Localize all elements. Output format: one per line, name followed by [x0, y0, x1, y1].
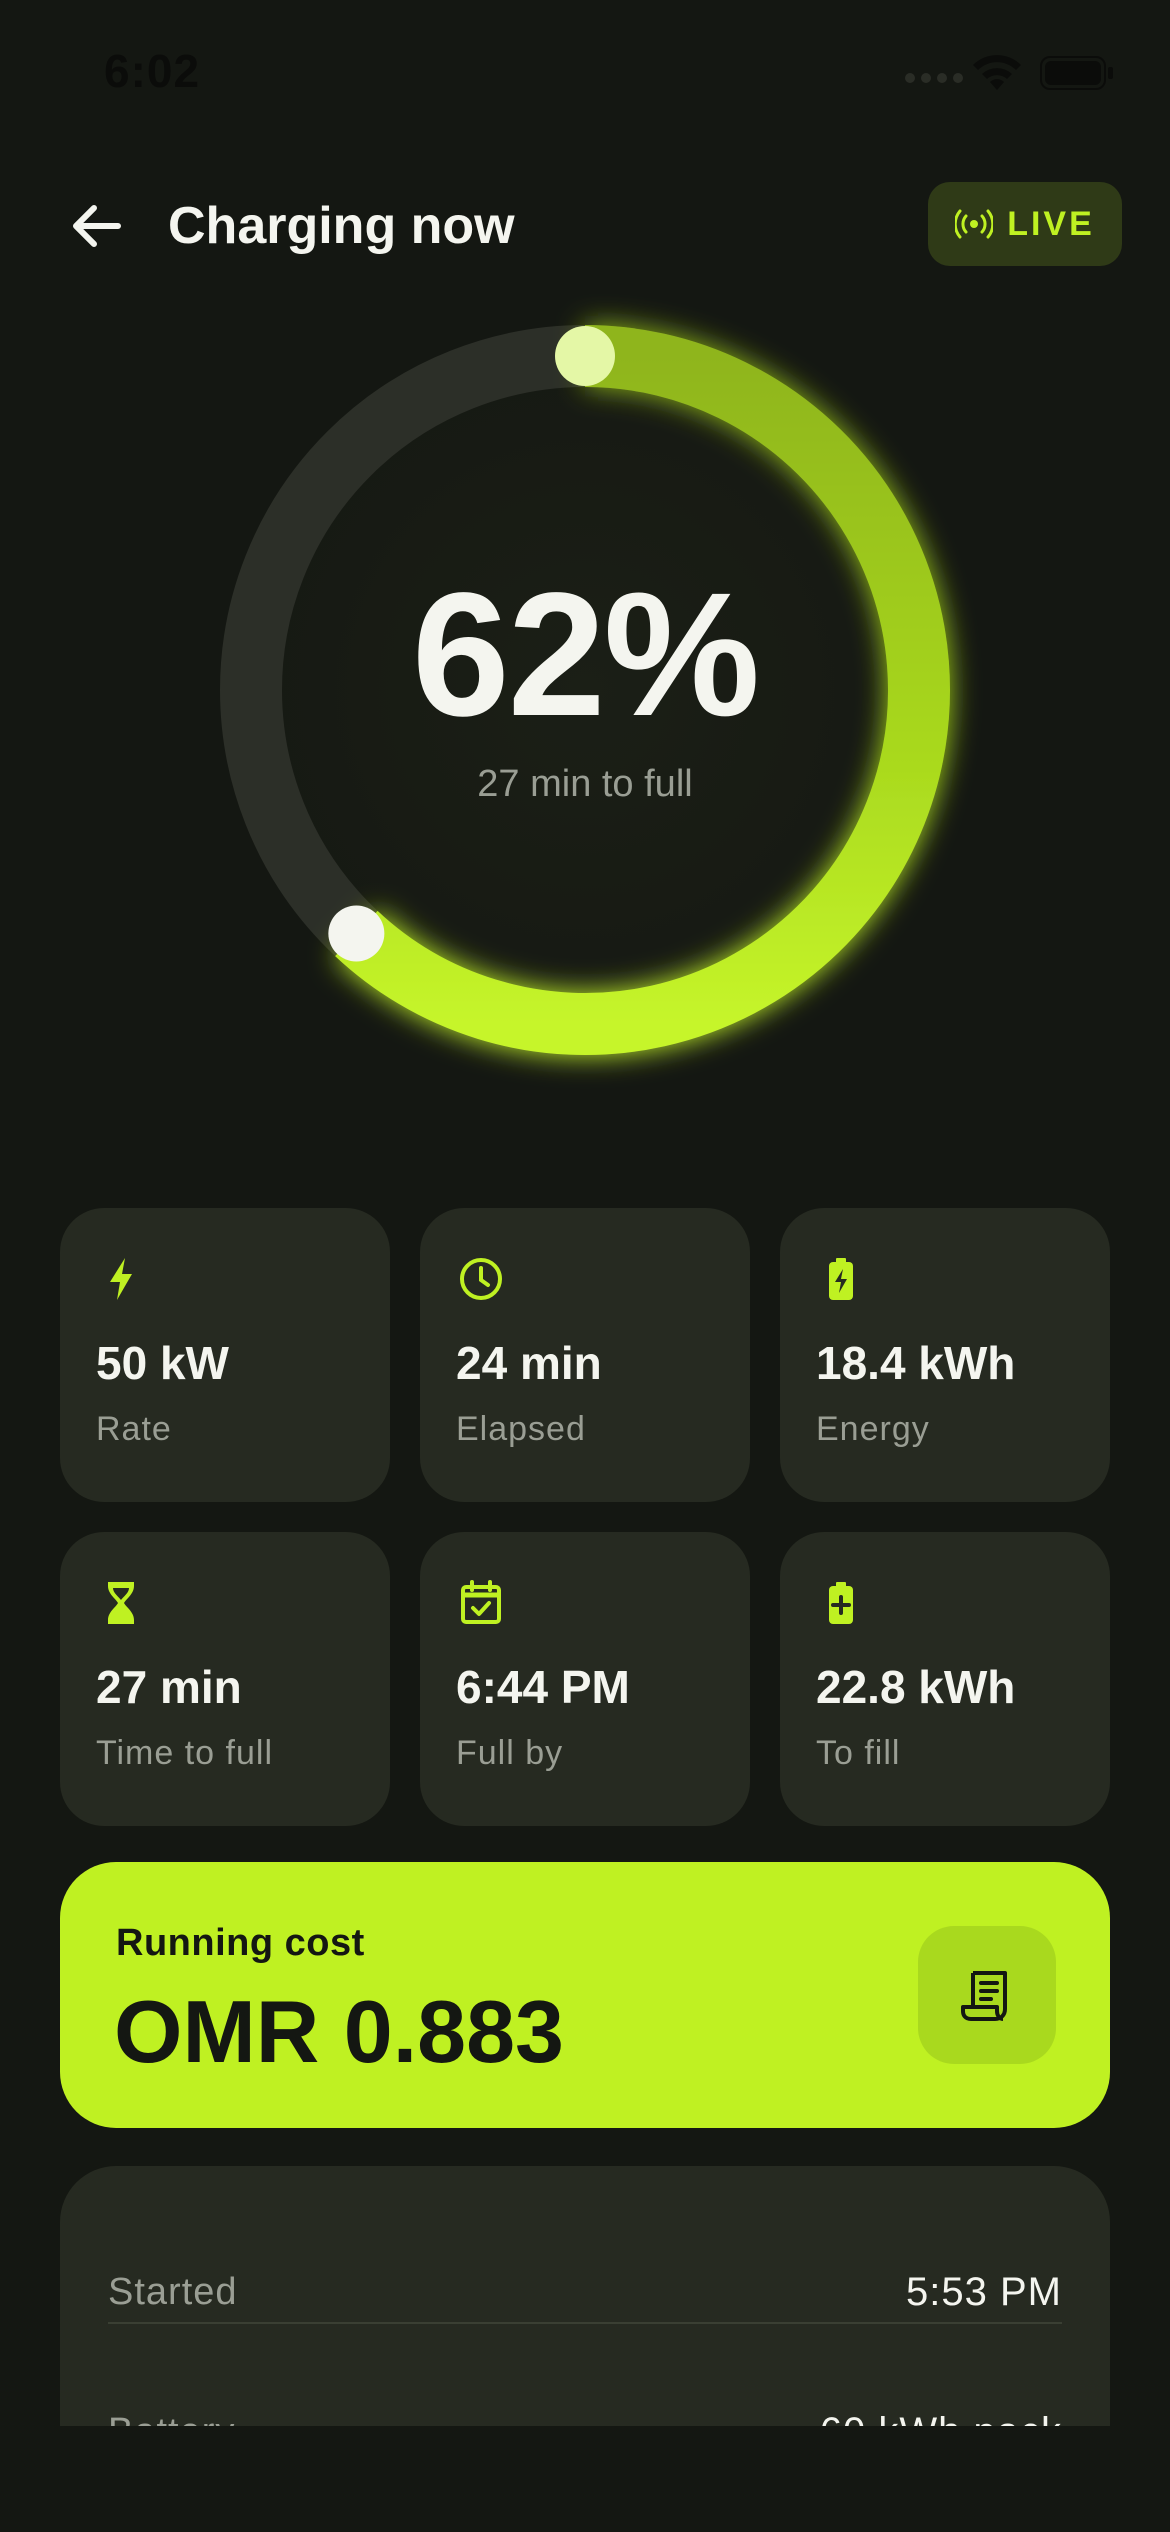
battery-plus-icon [829, 1582, 853, 1624]
page-title: Charging now [168, 197, 515, 255]
stat-label: Rate [96, 1410, 172, 1448]
time-to-full-text: 27 min to full [477, 762, 693, 805]
stat-label: Elapsed [456, 1410, 586, 1448]
stat-label: Full by [456, 1734, 564, 1772]
detail-row-started: Started 5:53 PM [108, 2252, 1062, 2332]
stat-label: Energy [816, 1410, 930, 1448]
stat-label: To fill [816, 1734, 901, 1772]
broadcast-icon [955, 209, 994, 239]
stat-card-rate[interactable]: 50 kW Rate [60, 1208, 390, 1502]
live-label: LIVE [1007, 204, 1095, 243]
stat-card-full-by[interactable]: 6:44 PM Full by [420, 1532, 750, 1826]
stat-card-elapsed[interactable]: 24 min Elapsed [420, 1208, 750, 1502]
hourglass-icon [108, 1582, 134, 1624]
status-bar: 6:02 [0, 0, 1170, 150]
live-badge: LIVE [928, 182, 1122, 266]
stat-card-time-to-full[interactable]: 27 min Time to full [60, 1532, 390, 1826]
detail-divider [108, 2322, 1062, 2324]
detail-label: Started [108, 2270, 238, 2313]
stat-value: 18.4 kWh [816, 1337, 1016, 1389]
battery-charging-icon [829, 1258, 853, 1300]
stat-label: Time to full [96, 1734, 274, 1772]
stat-value: 6:44 PM [456, 1661, 630, 1713]
charge-ring: 62% 27 min to full [185, 290, 985, 1090]
cellular-signal-icon [905, 73, 963, 83]
running-cost-label: Running cost [116, 1922, 365, 1964]
receipt-icon [961, 1971, 1007, 2021]
clock-icon [460, 1258, 502, 1300]
charge-percent: 62% [411, 556, 760, 753]
running-cost-value: OMR 0.883 [114, 1982, 564, 2081]
stat-card-energy[interactable]: 18.4 kWh Energy [780, 1208, 1110, 1502]
back-button[interactable] [60, 190, 132, 262]
detail-value: 5:53 PM [906, 2269, 1062, 2314]
stat-value: 50 kW [96, 1337, 229, 1389]
arrow-left-icon [73, 205, 121, 247]
session-details-card: Started 5:53 PM Battery 60 kWh pack [60, 2166, 1110, 2426]
detail-row-battery: Battery 60 kWh pack [108, 2392, 1062, 2427]
stat-value: 27 min [96, 1661, 242, 1713]
receipt-button[interactable] [918, 1926, 1056, 2064]
bolt-icon [110, 1258, 132, 1300]
stat-value: 24 min [456, 1337, 602, 1389]
ring-center: 62% 27 min to full [185, 290, 985, 1090]
detail-label: Battery [108, 2411, 235, 2427]
running-cost-card: Running cost OMR 0.883 [60, 1862, 1110, 2128]
charging-screen: 6:02 Charging now LIVE 62% 27 min to ful… [0, 0, 1170, 2532]
battery-status-icon [1040, 56, 1113, 90]
stat-card-to-fill[interactable]: 22.8 kWh To fill [780, 1532, 1110, 1826]
stat-value: 22.8 kWh [816, 1661, 1016, 1713]
status-time: 6:02 [104, 45, 201, 97]
calendar-check-icon [461, 1580, 501, 1624]
detail-value: 60 kWh pack [820, 2410, 1062, 2427]
wifi-icon [973, 55, 1021, 90]
